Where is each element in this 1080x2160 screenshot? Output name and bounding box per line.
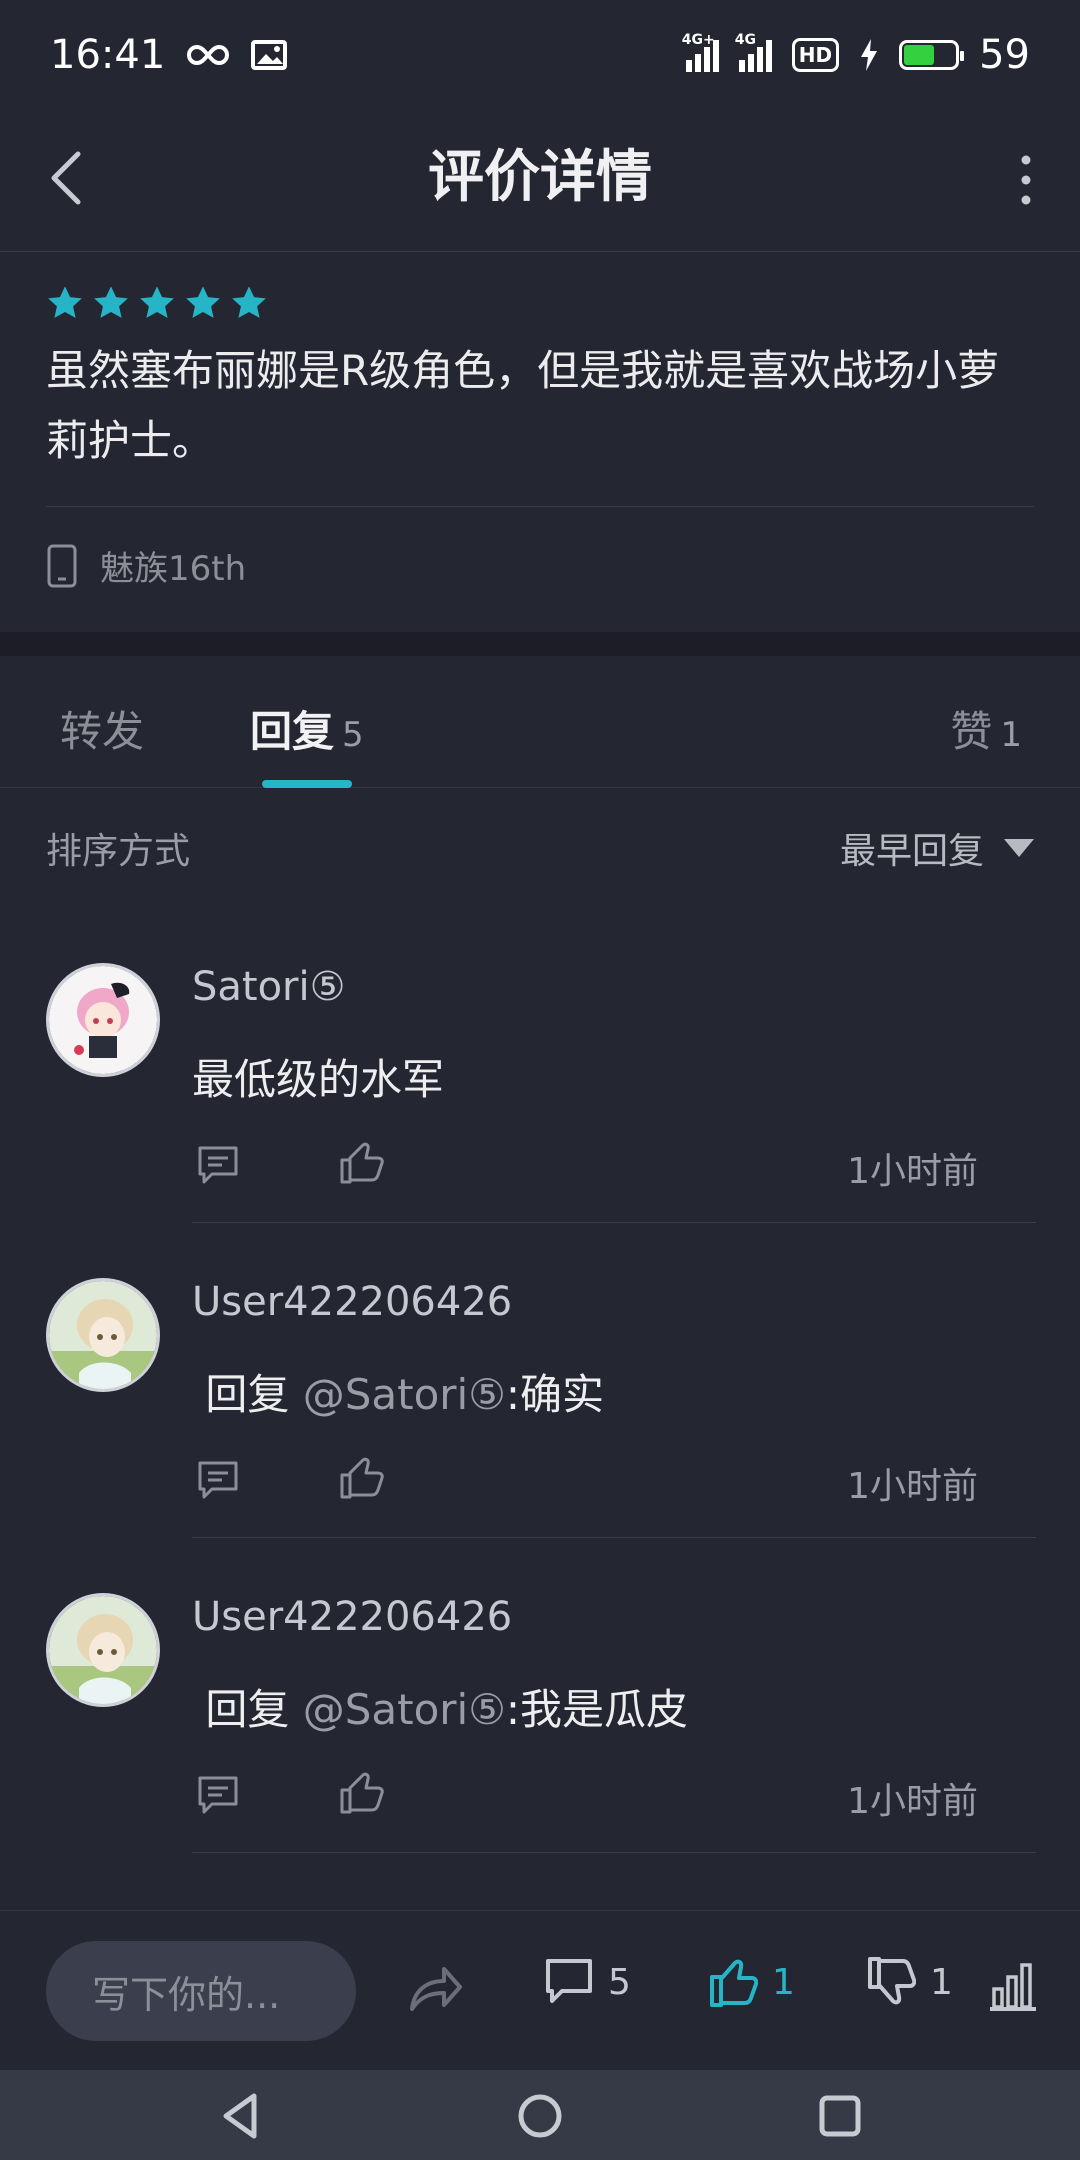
- status-bar: 16:41 4G+ 4G HD 59: [0, 0, 1080, 110]
- reply-content: 回复 @Satori⑤:确实: [192, 1361, 604, 1422]
- reply-content: 回复 @Satori⑤:我是瓜皮: [192, 1676, 688, 1737]
- reply-actions: 1小时前: [192, 1140, 992, 1196]
- app-header: 评价详情: [0, 110, 1080, 252]
- device-info: 魅族16th: [46, 541, 1034, 590]
- tab-reply-label: 回复: [250, 707, 335, 756]
- thumbs-up-icon: [710, 1959, 758, 2007]
- nav-recents-icon[interactable]: [812, 2088, 868, 2144]
- dislike-button[interactable]: 1: [866, 1955, 953, 2009]
- avatar[interactable]: [46, 1278, 160, 1392]
- section-separator: [0, 632, 1080, 656]
- tab-reply-count: 5: [342, 715, 364, 755]
- image-icon: [251, 40, 288, 70]
- tab-like-label: 赞: [950, 707, 993, 756]
- reply-time: 1小时前: [847, 1151, 978, 1192]
- reply-item: User422206426 回复 @Satori⑤:确实 1小时前: [0, 1223, 1080, 1538]
- star-icon: [94, 286, 128, 318]
- star-icon: [232, 286, 266, 318]
- bar-chart-icon[interactable]: [986, 1959, 1040, 2013]
- reply-prefix: 回复: [192, 1370, 303, 1419]
- signal-icon: 4G+: [682, 32, 719, 72]
- phone-icon: [47, 544, 77, 587]
- thumbs-up-icon[interactable]: [338, 1455, 384, 1501]
- reply-content: 最低级的水军: [192, 1046, 444, 1107]
- reply-mention[interactable]: @Satori⑤: [303, 1685, 506, 1734]
- reply-item: Satori⑤ 最低级的水军 1小时前: [0, 908, 1080, 1223]
- more-options-icon[interactable]: [1014, 150, 1038, 210]
- reply-text: :我是瓜皮: [505, 1685, 689, 1734]
- reply-time: 1小时前: [847, 1466, 978, 1507]
- avatar[interactable]: [46, 1593, 160, 1707]
- charging-icon: [861, 39, 878, 71]
- reply-item: User422206426 回复 @Satori⑤:我是瓜皮 1小时前: [0, 1538, 1080, 1853]
- compose-placeholder: 写下你的...: [92, 1972, 281, 2017]
- tab-forward-label: 转发: [60, 707, 145, 756]
- review-text: 虽然塞布丽娜是R级角色，但是我就是喜欢战场小萝莉护士。: [46, 346, 1000, 465]
- tab-forward[interactable]: 转发: [60, 698, 144, 759]
- reply-actions: 1小时前: [192, 1455, 992, 1511]
- star-rating: [46, 284, 1034, 322]
- comment-icon: [546, 1959, 592, 2003]
- tab-like[interactable]: 赞1: [950, 698, 1022, 759]
- nav-home-icon[interactable]: [512, 2088, 568, 2144]
- tab-like-count: 1: [1000, 715, 1022, 755]
- comment-icon[interactable]: [196, 1774, 240, 1816]
- share-icon[interactable]: [408, 1963, 464, 2013]
- signal-icon-2: 4G: [735, 32, 772, 72]
- tab-bar: 转发 回复 5 赞1: [0, 656, 1080, 788]
- nav-back-icon[interactable]: [214, 2088, 270, 2144]
- dropdown-arrow-icon: [1004, 839, 1034, 857]
- comment-button[interactable]: 5: [544, 1955, 631, 2009]
- compose-input[interactable]: 写下你的...: [46, 1941, 356, 2041]
- tab-indicator: [262, 780, 352, 788]
- like-button[interactable]: 1: [708, 1955, 795, 2009]
- sort-row: 排序方式 最早回复: [0, 788, 1080, 908]
- battery-icon: [899, 40, 965, 70]
- page-title: 评价详情: [428, 145, 652, 210]
- divider: [192, 1852, 1036, 1853]
- reply-prefix: 回复: [192, 1685, 303, 1734]
- hd-call-icon: HD: [791, 38, 840, 72]
- reply-text: :确实: [505, 1370, 605, 1419]
- dislike-count: 1: [930, 1961, 953, 2003]
- star-icon: [186, 286, 220, 318]
- battery-level: 59: [979, 32, 1030, 78]
- bottom-action-bar: 写下你的... 5 1 1: [0, 1910, 1080, 2070]
- reply-actions: 1小时前: [192, 1770, 992, 1826]
- sort-label: 排序方式: [46, 831, 191, 872]
- sort-dropdown[interactable]: 最早回复: [840, 822, 1034, 874]
- avatar[interactable]: [46, 963, 160, 1077]
- reply-username[interactable]: User422206426: [192, 1279, 512, 1325]
- reply-list: Satori⑤ 最低级的水军 1小时前 User422206426 回复 @Sa…: [0, 908, 1080, 1853]
- comment-count: 5: [608, 1961, 631, 2003]
- device-name: 魅族16th: [100, 549, 247, 589]
- comment-icon[interactable]: [196, 1144, 240, 1186]
- thumbs-up-icon[interactable]: [338, 1770, 384, 1816]
- sort-value: 最早回复: [839, 831, 984, 872]
- divider: [46, 506, 1034, 507]
- thumbs-up-icon[interactable]: [338, 1140, 384, 1186]
- like-count: 1: [772, 1961, 795, 2003]
- thumbs-down-icon: [868, 1957, 916, 2005]
- review-card: 虽然塞布丽娜是R级角色，但是我就是喜欢战场小萝莉护士。 魅族16th: [0, 252, 1080, 632]
- reply-mention[interactable]: @Satori⑤: [303, 1370, 506, 1419]
- star-icon: [140, 286, 174, 318]
- reply-username[interactable]: Satori⑤: [192, 964, 345, 1010]
- infinity-icon: [187, 44, 230, 66]
- star-icon: [48, 286, 82, 318]
- reply-time: 1小时前: [847, 1781, 978, 1822]
- reply-text: 最低级的水军: [192, 1055, 445, 1104]
- system-navigation-bar: [0, 2070, 1080, 2160]
- comment-icon[interactable]: [196, 1459, 240, 1501]
- reply-username[interactable]: User422206426: [192, 1594, 512, 1640]
- tab-reply[interactable]: 回复 5: [250, 698, 364, 759]
- status-time: 16:41: [50, 32, 166, 78]
